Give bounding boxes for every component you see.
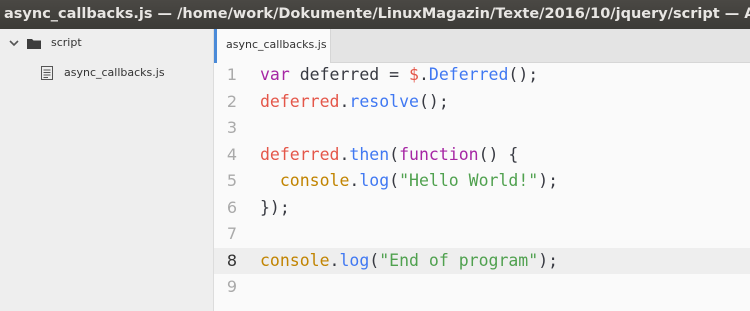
code-token: ); [538,171,559,190]
code-token: . [339,91,350,111]
code-token: resolve [349,91,419,111]
code-line[interactable]: 5 console.log("Hello World!"); [214,168,750,195]
tab-async-callbacks[interactable]: async_callbacks.js [214,29,331,63]
code-token: (); [418,91,449,111]
code-token: . [349,171,360,190]
code-token: console [260,250,330,270]
code-token: . [418,65,429,84]
tree-file-label: async_callbacks.js [64,66,165,79]
code-token: ( [389,144,400,164]
code-token: var [260,65,300,84]
tree-folder-label: script [51,36,82,49]
code-token: ( [389,171,400,190]
code-token: console [279,171,350,190]
line-number: 7 [226,224,238,243]
line-number: 2 [226,91,238,111]
code-text: console.log("End of program"); [260,248,558,275]
code-line[interactable]: 7 [214,221,750,248]
line-number: 8 [226,250,238,270]
code-text: deferred.resolve(); [260,89,449,116]
code-token: $ [409,65,419,84]
line-number: 9 [226,277,238,296]
code-token: Deferred [428,65,509,84]
code-token: . [329,250,340,270]
code-editor[interactable]: 1 var deferred = $.Deferred(); 2 deferred.r… [214,63,750,311]
code-token: }); [260,197,290,217]
line-number: 5 [226,171,238,190]
code-token: () { [478,144,519,164]
code-token: then [349,144,390,164]
code-token: function [399,144,479,164]
code-token: deferred [260,144,340,164]
code-token: "End of program" [379,250,539,270]
code-line[interactable]: 2 deferred.resolve(); [214,89,750,116]
code-token: = [379,65,410,84]
folder-icon [27,38,41,49]
line-number: 3 [226,118,238,137]
line-number: 1 [226,65,238,84]
code-token: ); [538,250,559,270]
code-line[interactable]: 8 console.log("End of program"); [214,247,750,275]
tree-view: script async_callbacks.js [0,29,214,311]
line-number: 4 [226,144,238,164]
code-line[interactable]: 4 deferred.then(function() { [214,142,750,169]
code-line[interactable]: 6}); [214,195,750,222]
window-title: async_callbacks.js — /home/work/Dokument… [4,6,750,22]
tab-bar: async_callbacks.js [214,29,750,63]
code-line[interactable]: 9 [214,274,750,301]
code-token: ( [369,250,380,270]
code-token: . [339,144,350,164]
code-line[interactable]: 3 [214,115,750,142]
code-token: "Hello World!" [399,171,539,190]
code-line[interactable]: 1 var deferred = $.Deferred(); [214,62,750,89]
code-token: (); [508,65,539,84]
code-text: }); [260,195,290,222]
code-token: deferred [260,91,340,111]
code-token: log [339,250,370,270]
chevron-down-icon[interactable] [9,38,19,48]
tab-label: async_callbacks.js [226,38,327,51]
code-text: deferred.then(function() { [260,142,518,169]
code-text: console.log("Hello World!"); [260,168,558,195]
line-number: 6 [226,197,238,217]
window-title-bar: async_callbacks.js — /home/work/Dokument… [0,0,750,29]
tree-folder-script[interactable]: script [9,31,82,55]
code-token: deferred [299,65,380,84]
tree-file-async-callbacks[interactable]: async_callbacks.js [41,61,165,85]
code-token: log [359,171,390,190]
file-text-icon [41,66,53,80]
code-text: var deferred = $.Deferred(); [260,62,538,89]
